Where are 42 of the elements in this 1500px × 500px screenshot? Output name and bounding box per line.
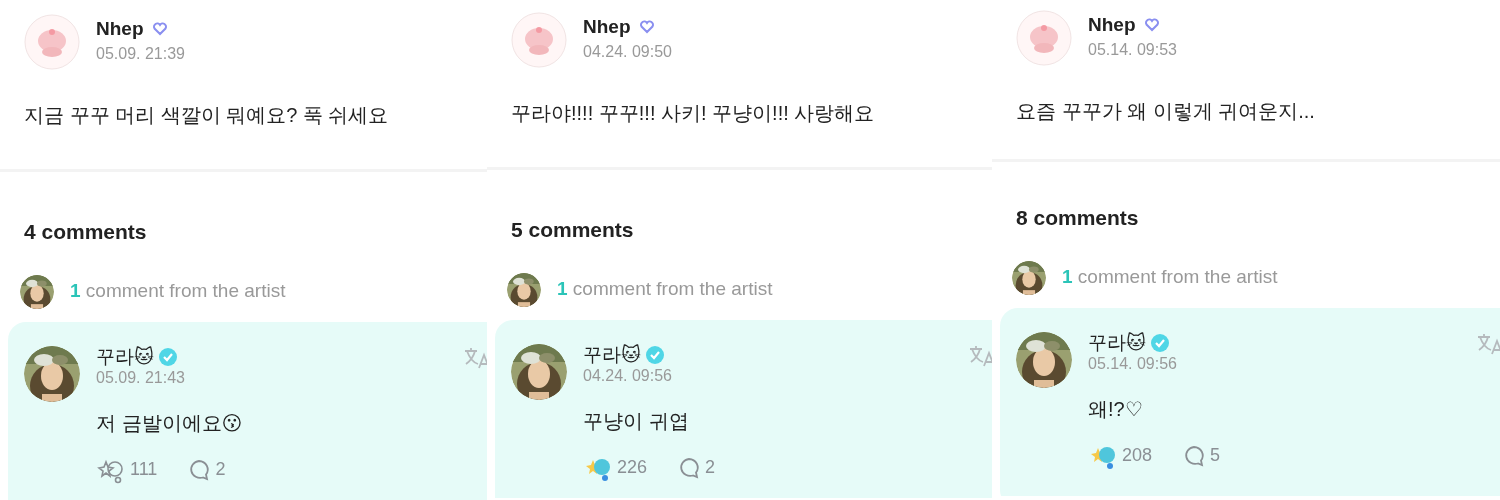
avatar-icon[interactable] [1016, 10, 1072, 66]
comments-heading: 5 comments [510, 217, 635, 243]
heart-badge-icon [638, 19, 655, 35]
comments-heading: 8 comments [1015, 205, 1140, 231]
comment-time: 05.09. 21:43 [96, 367, 186, 388]
verified-badge-icon [644, 344, 665, 365]
comment-time: 04.24. 09:56 [583, 365, 673, 386]
post-text: 지금 꾸꾸 머리 색깔이 뭐예요? 푹 쉬세요 [24, 103, 390, 128]
artist-name[interactable]: 꾸라🐱 [96, 345, 154, 368]
like-button[interactable]: 208 [1088, 441, 1153, 470]
like-button[interactable]: 111 [96, 455, 158, 484]
artist-comments-link[interactable]: 1 comment from the artist [557, 275, 773, 304]
reply-button[interactable]: 2 [677, 454, 716, 481]
verified-badge-icon [157, 346, 178, 367]
comment-text: 왜!?♡ [1088, 396, 1144, 422]
comment-time: 05.14. 09:56 [1088, 353, 1178, 374]
like-button[interactable]: 226 [583, 453, 648, 482]
post-time: 05.14. 09:53 [1088, 40, 1177, 60]
comment-icon [187, 457, 212, 482]
post-text: 꾸라야!!!! 꾸꾸!!! 사키! 꾸냥이!!! 사랑해요 [511, 101, 876, 126]
artist-comments-link[interactable]: 1 comment from the artist [1062, 263, 1278, 292]
artist-comments-link[interactable]: 1 comment from the artist [70, 277, 286, 306]
comment-icon [1182, 443, 1207, 468]
comment-text: 꾸냥이 귀엽 [583, 408, 690, 434]
heart-badge-icon [151, 21, 168, 37]
user-name[interactable]: Nhep [96, 18, 144, 40]
post-time: 04.24. 09:50 [583, 42, 672, 62]
user-name[interactable]: Nhep [583, 16, 631, 38]
verified-badge-icon [1149, 332, 1170, 353]
avatar-icon[interactable] [24, 14, 80, 70]
avatar-icon[interactable] [511, 12, 567, 68]
post-time: 05.09. 21:39 [96, 44, 185, 64]
heart-badge-icon [1143, 17, 1160, 33]
artist-name[interactable]: 꾸라🐱 [583, 343, 641, 366]
reply-button[interactable]: 2 [187, 456, 226, 483]
comment-icon [677, 455, 702, 480]
comments-heading: 4 comments [23, 219, 148, 245]
reply-button[interactable]: 5 [1182, 442, 1221, 469]
post-text: 요즘 꾸꾸가 왜 이렇게 귀여운지... [1016, 99, 1316, 124]
user-name[interactable]: Nhep [1088, 14, 1136, 36]
artist-name[interactable]: 꾸라🐱 [1088, 331, 1146, 354]
comment-text: 저 금발이에요😗 [96, 410, 243, 436]
